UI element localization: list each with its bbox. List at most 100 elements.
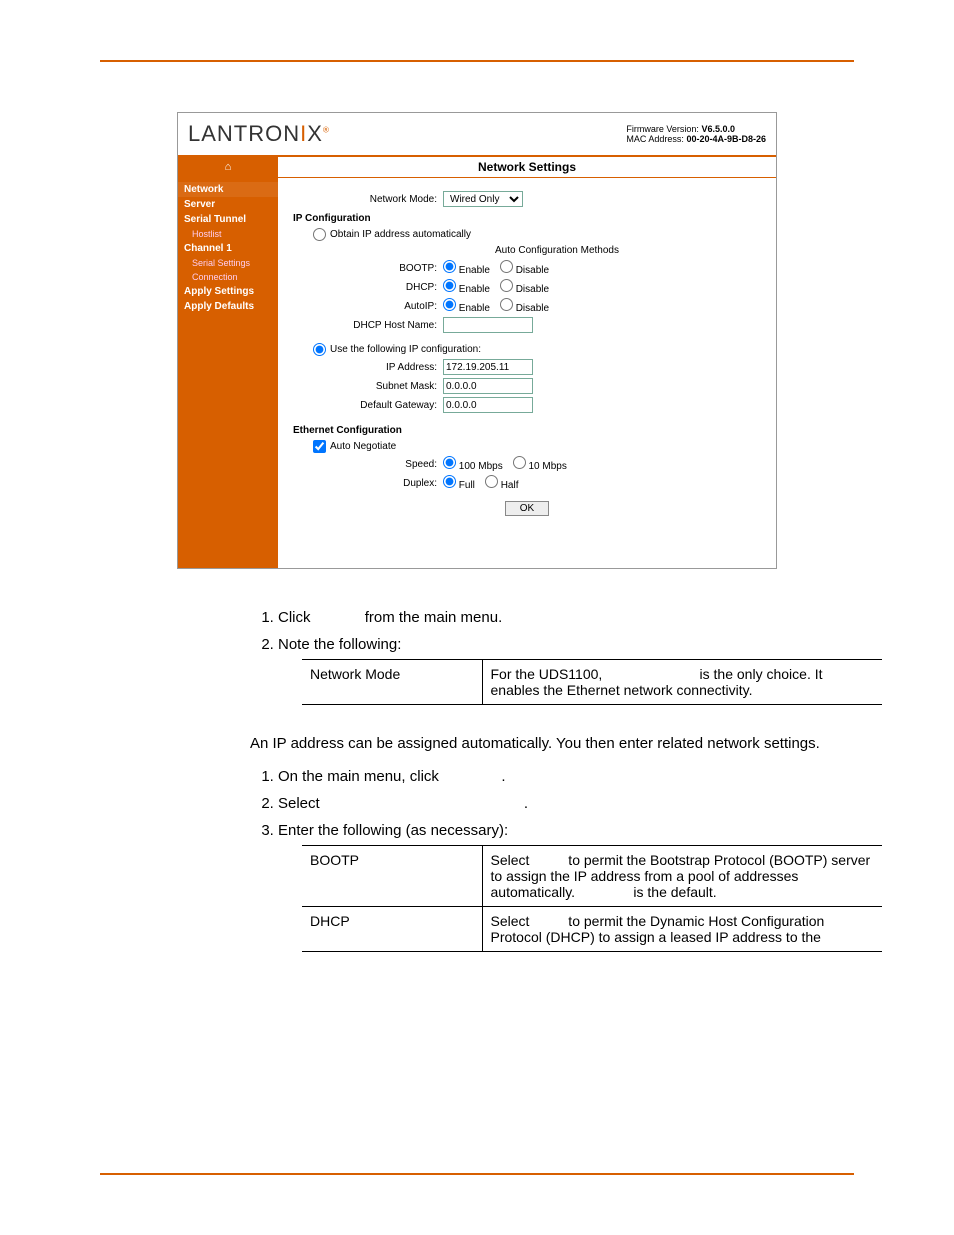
table-cell: For the UDS1100, is the only choice. It …	[482, 660, 882, 705]
doc-steps-1: Click from the main menu. Note the follo…	[250, 609, 870, 705]
fw-value: V6.5.0.0	[701, 124, 735, 134]
table-cell: BOOTP	[302, 846, 482, 907]
header-meta: Firmware Version: V6.5.0.0 MAC Address: …	[626, 124, 766, 144]
autoip-enable-radio[interactable]	[443, 298, 456, 311]
sidebar-item-apply-defaults[interactable]: Apply Defaults	[178, 299, 278, 314]
doc-table-2: BOOTP Select to permit the Bootstrap Pro…	[302, 845, 882, 952]
app-header: LANTRONIX® Firmware Version: V6.5.0.0 MA…	[178, 113, 776, 157]
duplex-half-label: Half	[501, 480, 519, 491]
doc-text-span: Click	[278, 609, 311, 626]
doc-step: Enter the following (as necessary): BOOT…	[278, 822, 870, 952]
speed-100-radio[interactable]	[443, 456, 456, 469]
doc-step: Select .	[278, 795, 870, 812]
eth-config-heading: Ethernet Configuration	[293, 425, 761, 436]
table-cell: Select to permit the Dynamic Host Config…	[482, 907, 882, 952]
autoip-disable-radio[interactable]	[500, 298, 513, 311]
sidebar-item-apply-settings[interactable]: Apply Settings	[178, 284, 278, 299]
bootp-disable-radio[interactable]	[500, 260, 513, 273]
table-row: DHCP Select to permit the Dynamic Host C…	[302, 907, 882, 952]
table-cell: Network Mode	[302, 660, 482, 705]
bootp-enable-radio[interactable]	[443, 260, 456, 273]
mac-value: 00-20-4A-9B-D8-26	[686, 134, 766, 144]
duplex-full-label: Full	[459, 480, 475, 491]
sidebar-item-serial-settings[interactable]: Serial Settings	[178, 256, 278, 270]
duplex-full-radio[interactable]	[443, 475, 456, 488]
doc-paragraph: An IP address can be assigned automatica…	[250, 735, 870, 752]
sidebar-item-connection[interactable]: Connection	[178, 270, 278, 284]
doc-text-span: .	[524, 795, 528, 812]
dhcp-disable-label: Disable	[516, 284, 549, 295]
dhcp-host-label: DHCP Host Name:	[293, 320, 443, 331]
table-row: Network Mode For the UDS1100, is the onl…	[302, 660, 882, 705]
sidebar-item-channel-1[interactable]: Channel 1	[178, 241, 278, 256]
network-mode-select[interactable]: Wired Only	[443, 191, 523, 207]
bootp-disable-label: Disable	[516, 265, 549, 276]
bootp-enable-label: Enable	[459, 265, 490, 276]
gateway-input[interactable]	[443, 397, 533, 413]
speed-10-radio[interactable]	[513, 456, 526, 469]
ip-config-heading: IP Configuration	[293, 213, 761, 224]
dhcp-disable-radio[interactable]	[500, 279, 513, 292]
logo-text-x: X	[307, 121, 323, 146]
obtain-auto-radio[interactable]	[313, 228, 326, 241]
sidebar: Network Server Serial Tunnel Hostlist Ch…	[178, 178, 278, 568]
page-title: Network Settings	[278, 157, 776, 177]
sidebar-item-network[interactable]: Network	[178, 182, 278, 197]
doc-steps-2: On the main menu, click . Select . Enter…	[250, 768, 870, 952]
ip-address-label: IP Address:	[293, 362, 443, 373]
auto-negotiate-checkbox[interactable]	[313, 440, 326, 453]
obtain-auto-label: Obtain IP address automatically	[330, 229, 471, 240]
dhcp-host-input[interactable]	[443, 317, 533, 333]
doc-body: Click from the main menu. Note the follo…	[250, 609, 870, 952]
logo-text: LANTRON	[188, 121, 300, 146]
doc-text-span: For the UDS1100,	[491, 666, 603, 682]
duplex-half-radio[interactable]	[485, 475, 498, 488]
table-cell: DHCP	[302, 907, 482, 952]
doc-step: On the main menu, click .	[278, 768, 870, 785]
doc-text-span: from the main menu.	[365, 609, 503, 626]
autoip-enable-label: Enable	[459, 303, 490, 314]
auto-methods-label: Auto Configuration Methods	[293, 245, 761, 256]
table-cell: Select to permit the Bootstrap Protocol …	[482, 846, 882, 907]
sidebar-item-serial-tunnel[interactable]: Serial Tunnel	[178, 212, 278, 227]
subnet-input[interactable]	[443, 378, 533, 394]
doc-text-span: Enter the following (as necessary):	[278, 822, 508, 839]
speed-10-label: 10 Mbps	[528, 461, 566, 472]
doc-table-1: Network Mode For the UDS1100, is the onl…	[302, 659, 882, 705]
dhcp-label: DHCP:	[293, 282, 443, 293]
doc-text-span: Select	[278, 795, 320, 812]
fw-label: Firmware Version:	[626, 124, 699, 134]
title-row: ⌂ Network Settings	[178, 157, 776, 178]
top-rule	[100, 60, 854, 62]
gateway-label: Default Gateway:	[293, 400, 443, 411]
doc-step: Click from the main menu.	[278, 609, 870, 626]
app-window: LANTRONIX® Firmware Version: V6.5.0.0 MA…	[177, 112, 777, 569]
home-button[interactable]: ⌂	[178, 157, 278, 177]
duplex-label: Duplex:	[293, 478, 443, 489]
doc-text-span: .	[501, 768, 505, 785]
use-following-label: Use the following IP configuration:	[330, 344, 481, 355]
autoip-disable-label: Disable	[516, 303, 549, 314]
ok-button[interactable]: OK	[505, 501, 549, 516]
bootp-label: BOOTP:	[293, 263, 443, 274]
network-mode-label: Network Mode:	[293, 194, 443, 205]
logo-reg: ®	[323, 126, 330, 135]
mac-label: MAC Address:	[626, 134, 684, 144]
sidebar-item-server[interactable]: Server	[178, 197, 278, 212]
doc-text-span: Note the following:	[278, 636, 401, 653]
sidebar-item-hostlist[interactable]: Hostlist	[178, 227, 278, 241]
bottom-rule	[100, 1173, 854, 1175]
dhcp-enable-radio[interactable]	[443, 279, 456, 292]
content-panel: Network Mode: Wired Only IP Configuratio…	[278, 178, 776, 568]
doc-step: Note the following: Network Mode For the…	[278, 636, 870, 705]
ip-address-input[interactable]	[443, 359, 533, 375]
dhcp-enable-label: Enable	[459, 284, 490, 295]
speed-label: Speed:	[293, 459, 443, 470]
speed-100-label: 100 Mbps	[459, 461, 503, 472]
table-row: BOOTP Select to permit the Bootstrap Pro…	[302, 846, 882, 907]
home-icon: ⌂	[225, 161, 232, 173]
brand-logo: LANTRONIX®	[188, 121, 330, 147]
doc-text-span: On the main menu, click	[278, 768, 439, 785]
subnet-label: Subnet Mask:	[293, 381, 443, 392]
use-following-radio[interactable]	[313, 343, 326, 356]
